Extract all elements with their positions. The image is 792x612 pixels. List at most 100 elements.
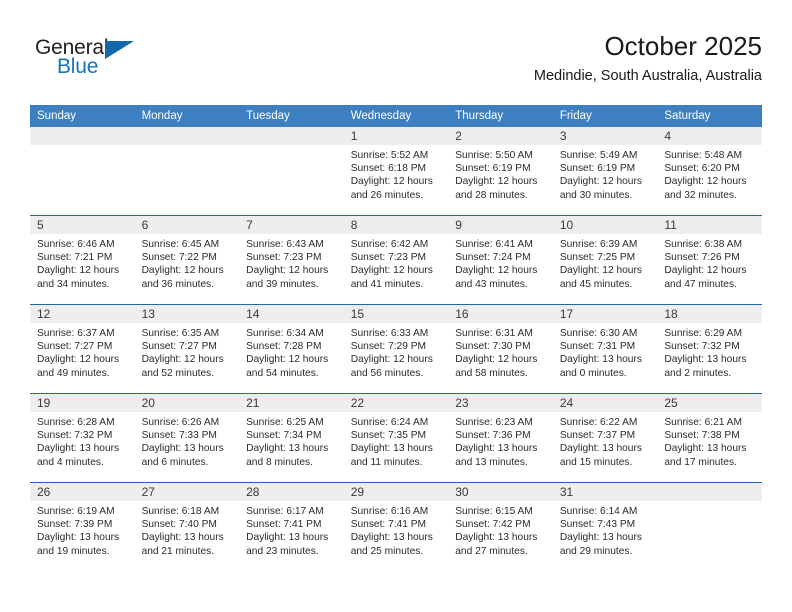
- weekday-header-friday: Friday: [552, 105, 658, 127]
- day-cell[interactable]: 31 Sunrise: 6:14 AM Sunset: 7:43 PM Dayligh…: [552, 483, 658, 571]
- sunrise-text: Sunrise: 6:17 AM: [246, 506, 324, 517]
- day-cell[interactable]: 23 Sunrise: 6:23 AM Sunset: 7:36 PM Dayligh…: [448, 394, 553, 482]
- sunset-text: Sunset: 7:33 PM: [141, 430, 217, 442]
- sunset-text: Sunset: 7:43 PM: [559, 519, 636, 531]
- daylight-text-line1: Daylight: 13 hours: [664, 354, 747, 366]
- calendar-cell: [657, 482, 762, 571]
- day-cell[interactable]: 18 Sunrise: 6:29 AM Sunset: 7:32 PM Dayligh…: [657, 305, 762, 393]
- calendar-cell: 26 Sunrise: 6:19 AM Sunset: 7:39 PM Dayligh…: [30, 482, 135, 571]
- day-cell[interactable]: 14 Sunrise: 6:34 AM Sunset: 7:28 PM Dayligh…: [239, 305, 344, 393]
- title-block: October 2025 Medindie, South Australia, …: [534, 30, 762, 85]
- daylight-text-line2: and 15 minutes.: [559, 456, 633, 468]
- daylight-text-line2: and 52 minutes.: [141, 367, 215, 379]
- sunset-text: Sunset: 7:22 PM: [141, 252, 217, 264]
- daylight-text-line1: Daylight: 13 hours: [559, 443, 642, 455]
- calendar-cell: [134, 127, 240, 216]
- daylight-text-line2: and 13 minutes.: [455, 456, 528, 468]
- daylight-text-line2: and 30 minutes.: [559, 189, 633, 201]
- day-cell[interactable]: 17 Sunrise: 6:30 AM Sunset: 7:31 PM Dayligh…: [552, 305, 658, 393]
- sunrise-text: Sunrise: 6:43 AM: [246, 239, 324, 250]
- day-cell[interactable]: 1 Sunrise: 5:52 AM Sunset: 6:18 PM Daylight…: [343, 127, 449, 215]
- calendar-cell: 14 Sunrise: 6:34 AM Sunset: 7:28 PM Dayligh…: [239, 304, 344, 394]
- day-cell[interactable]: 15 Sunrise: 6:33 AM Sunset: 7:29 PM Dayligh…: [343, 305, 449, 393]
- day-number: 6: [134, 216, 240, 234]
- sunrise-text: Sunrise: 6:38 AM: [664, 239, 742, 250]
- day-details: Sunrise: 6:37 AM Sunset: 7:27 PM Daylight:…: [30, 323, 135, 380]
- sunrise-text: Sunrise: 6:34 AM: [246, 328, 324, 339]
- calendar-header-row: Sunday Monday Tuesday Wednesday Thursday…: [30, 105, 762, 127]
- day-cell[interactable]: 24 Sunrise: 6:22 AM Sunset: 7:37 PM Dayligh…: [552, 394, 658, 482]
- sunset-text: Sunset: 7:23 PM: [350, 252, 427, 264]
- day-cell[interactable]: 12 Sunrise: 6:37 AM Sunset: 7:27 PM Dayligh…: [30, 305, 135, 393]
- sunrise-text: Sunrise: 6:14 AM: [559, 506, 638, 517]
- daylight-text-line1: Daylight: 13 hours: [246, 443, 329, 455]
- day-cell[interactable]: 4 Sunrise: 5:48 AM Sunset: 6:20 PM Daylight…: [657, 127, 762, 215]
- calendar-cell: 28 Sunrise: 6:17 AM Sunset: 7:41 PM Dayligh…: [239, 482, 344, 571]
- day-cell[interactable]: 5 Sunrise: 6:46 AM Sunset: 7:21 PM Daylight…: [30, 216, 135, 304]
- day-cell[interactable]: 22 Sunrise: 6:24 AM Sunset: 7:35 PM Dayligh…: [343, 394, 449, 482]
- daylight-text-line2: and 43 minutes.: [455, 278, 528, 290]
- day-cell[interactable]: 30 Sunrise: 6:15 AM Sunset: 7:42 PM Dayligh…: [448, 483, 553, 571]
- day-cell[interactable]: 28 Sunrise: 6:17 AM Sunset: 7:41 PM Dayligh…: [239, 483, 344, 571]
- daylight-text-line2: and 21 minutes.: [141, 545, 215, 557]
- sunset-text: Sunset: 7:26 PM: [664, 252, 740, 264]
- sunset-text: Sunset: 7:42 PM: [455, 519, 531, 531]
- weekday-header-thursday: Thursday: [448, 105, 553, 127]
- day-cell[interactable]: 21 Sunrise: 6:25 AM Sunset: 7:34 PM Dayligh…: [239, 394, 344, 482]
- day-details: Sunrise: 5:48 AM Sunset: 6:20 PM Daylight:…: [657, 145, 762, 202]
- day-number: [239, 127, 344, 145]
- daylight-text-line2: and 56 minutes.: [350, 367, 424, 379]
- day-cell[interactable]: 25 Sunrise: 6:21 AM Sunset: 7:38 PM Dayligh…: [657, 394, 762, 482]
- calendar-week-row: 26 Sunrise: 6:19 AM Sunset: 7:39 PM Dayligh…: [30, 482, 762, 571]
- calendar-cell: 25 Sunrise: 6:21 AM Sunset: 7:38 PM Dayligh…: [657, 393, 762, 483]
- day-details: Sunrise: 6:14 AM Sunset: 7:43 PM Daylight:…: [553, 501, 658, 558]
- daylight-text-line2: and 47 minutes.: [664, 278, 737, 290]
- day-cell[interactable]: 13 Sunrise: 6:35 AM Sunset: 7:27 PM Dayligh…: [134, 305, 240, 393]
- day-details: Sunrise: 6:38 AM Sunset: 7:26 PM Daylight:…: [657, 234, 762, 291]
- sunset-text: Sunset: 7:29 PM: [350, 341, 427, 353]
- day-details: Sunrise: 6:34 AM Sunset: 7:28 PM Daylight:…: [239, 323, 344, 380]
- day-cell[interactable]: 29 Sunrise: 6:16 AM Sunset: 7:41 PM Dayligh…: [343, 483, 449, 571]
- day-cell[interactable]: 6 Sunrise: 6:45 AM Sunset: 7:22 PM Daylight…: [134, 216, 240, 304]
- day-cell[interactable]: 16 Sunrise: 6:31 AM Sunset: 7:30 PM Dayligh…: [448, 305, 553, 393]
- day-cell[interactable]: 19 Sunrise: 6:28 AM Sunset: 7:32 PM Dayligh…: [30, 394, 135, 482]
- day-cell-empty: [30, 127, 135, 215]
- sunrise-text: Sunrise: 6:30 AM: [559, 328, 638, 339]
- daylight-text-line1: Daylight: 13 hours: [350, 532, 433, 544]
- sunrise-text: Sunrise: 6:39 AM: [559, 239, 638, 250]
- calendar-cell: 19 Sunrise: 6:28 AM Sunset: 7:32 PM Dayligh…: [30, 393, 135, 483]
- daylight-text-line2: and 32 minutes.: [664, 189, 737, 201]
- daylight-text-line1: Daylight: 12 hours: [350, 354, 433, 366]
- daylight-text-line1: Daylight: 13 hours: [664, 443, 747, 455]
- calendar-cell: 9 Sunrise: 6:41 AM Sunset: 7:24 PM Daylight…: [448, 215, 553, 305]
- day-number: 30: [448, 483, 553, 501]
- sunrise-text: Sunrise: 6:42 AM: [350, 239, 429, 250]
- day-cell[interactable]: 3 Sunrise: 5:49 AM Sunset: 6:19 PM Daylight…: [552, 127, 658, 215]
- sunset-text: Sunset: 7:23 PM: [246, 252, 322, 264]
- day-cell-empty: [239, 127, 344, 215]
- day-cell[interactable]: 20 Sunrise: 6:26 AM Sunset: 7:33 PM Dayligh…: [134, 394, 240, 482]
- day-cell[interactable]: 9 Sunrise: 6:41 AM Sunset: 7:24 PM Daylight…: [448, 216, 553, 304]
- day-cell[interactable]: 7 Sunrise: 6:43 AM Sunset: 7:23 PM Daylight…: [239, 216, 344, 304]
- daylight-text-line1: Daylight: 12 hours: [664, 176, 747, 188]
- calendar-cell: 10 Sunrise: 6:39 AM Sunset: 7:25 PM Dayligh…: [552, 215, 658, 305]
- day-cell[interactable]: 26 Sunrise: 6:19 AM Sunset: 7:39 PM Dayligh…: [30, 483, 135, 571]
- day-cell[interactable]: 27 Sunrise: 6:18 AM Sunset: 7:40 PM Dayligh…: [134, 483, 240, 571]
- day-details: Sunrise: 6:19 AM Sunset: 7:39 PM Daylight:…: [30, 501, 135, 558]
- calendar-cell: 1 Sunrise: 5:52 AM Sunset: 6:18 PM Daylight…: [343, 127, 449, 216]
- day-number: 24: [552, 394, 658, 412]
- calendar-page: General Blue October 2025 Medindie, Sout…: [0, 0, 792, 612]
- daylight-text-line2: and 19 minutes.: [37, 545, 110, 557]
- day-cell[interactable]: 8 Sunrise: 6:42 AM Sunset: 7:23 PM Daylight…: [343, 216, 449, 304]
- general-blue-logo[interactable]: General Blue: [35, 36, 235, 86]
- sunset-text: Sunset: 7:27 PM: [141, 341, 217, 353]
- day-cell[interactable]: 11 Sunrise: 6:38 AM Sunset: 7:26 PM Dayligh…: [657, 216, 762, 304]
- sunrise-text: Sunrise: 6:45 AM: [141, 239, 220, 250]
- day-cell[interactable]: 10 Sunrise: 6:39 AM Sunset: 7:25 PM Dayligh…: [552, 216, 658, 304]
- day-cell[interactable]: 2 Sunrise: 5:50 AM Sunset: 6:19 PM Daylight…: [448, 127, 553, 215]
- sunrise-text: Sunrise: 5:49 AM: [559, 150, 638, 161]
- day-details: Sunrise: 6:46 AM Sunset: 7:21 PM Daylight:…: [30, 234, 135, 291]
- calendar-cell: 11 Sunrise: 6:38 AM Sunset: 7:26 PM Dayligh…: [657, 215, 762, 305]
- daylight-text-line2: and 45 minutes.: [559, 278, 633, 290]
- day-details: Sunrise: 6:28 AM Sunset: 7:32 PM Daylight:…: [30, 412, 135, 469]
